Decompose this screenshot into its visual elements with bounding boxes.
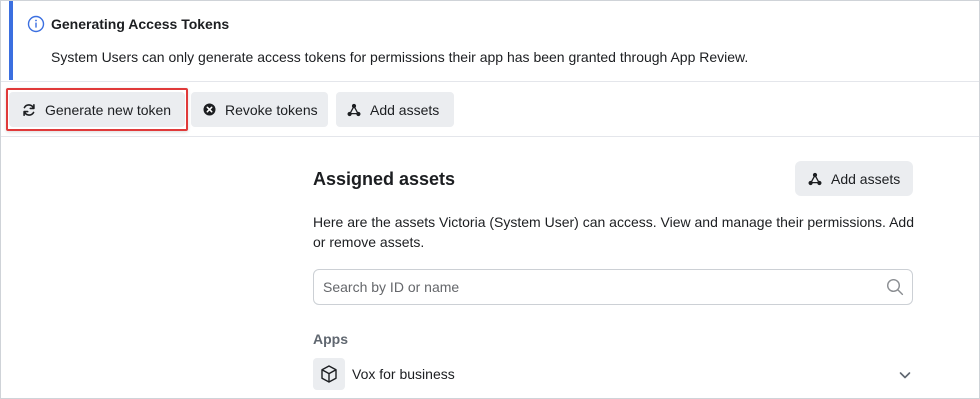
add-assets-button[interactable]: Add assets bbox=[795, 161, 913, 196]
refresh-icon bbox=[21, 102, 37, 118]
revoke-tokens-button[interactable]: Revoke tokens bbox=[191, 92, 328, 127]
add-assets-toolbar-button[interactable]: Add assets bbox=[336, 92, 454, 127]
search-box bbox=[313, 269, 913, 305]
search-input[interactable] bbox=[323, 270, 873, 304]
assets-description: Here are the assets Victoria (System Use… bbox=[313, 214, 914, 250]
assigned-assets-title: Assigned assets bbox=[313, 169, 456, 189]
banner-title: Generating Access Tokens bbox=[51, 16, 230, 32]
search-icon[interactable] bbox=[886, 278, 904, 296]
info-banner: Generating Access Tokens System Users ca… bbox=[9, 1, 975, 80]
add-assets-label: Add assets bbox=[831, 170, 901, 187]
banner-text: System Users can only generate access to… bbox=[51, 49, 749, 65]
nodes-icon bbox=[346, 102, 362, 118]
add-assets-toolbar-label: Add assets bbox=[370, 101, 440, 118]
app-name: Vox for business bbox=[352, 366, 455, 382]
generate-new-token-button[interactable]: Generate new token bbox=[9, 92, 185, 127]
app-window: Generating Access Tokens System Users ca… bbox=[0, 0, 980, 399]
close-circle-icon bbox=[201, 102, 217, 118]
cube-icon bbox=[313, 358, 345, 390]
nodes-icon bbox=[807, 171, 823, 187]
info-icon bbox=[27, 15, 45, 33]
toolbar: Generate new token Revoke tokens Add ass… bbox=[1, 81, 979, 137]
app-list-item[interactable]: Vox for business bbox=[313, 358, 913, 390]
generate-new-token-label: Generate new token bbox=[45, 101, 172, 118]
apps-heading: Apps bbox=[313, 331, 348, 347]
chevron-down-icon[interactable] bbox=[897, 367, 913, 383]
revoke-tokens-label: Revoke tokens bbox=[225, 101, 318, 118]
